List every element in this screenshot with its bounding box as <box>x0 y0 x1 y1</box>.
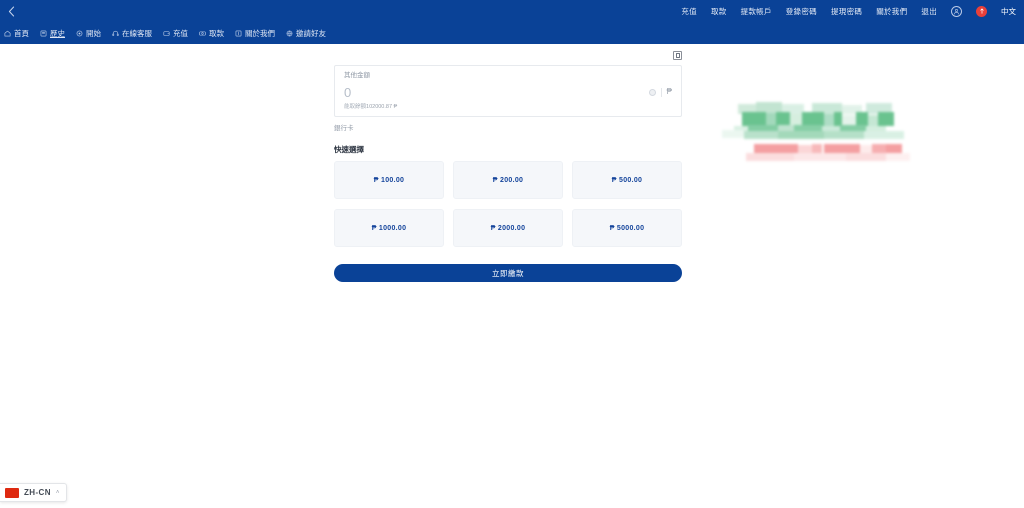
subnav-label-withdraw: 取款 <box>209 28 224 38</box>
withdrawal-form: 其他金額 0 ₱ 能取餘額102000.87 ₱ 銀行卡 快速選擇 ₱ 100.… <box>334 47 682 282</box>
transaction-record-icon[interactable] <box>673 50 682 60</box>
amount-input-box[interactable]: 其他金額 0 ₱ 能取餘額102000.87 ₱ <box>334 65 682 117</box>
subnav-item-deposit[interactable]: 充值 <box>163 23 188 44</box>
subnav-item-start[interactable]: 開始 <box>76 23 101 44</box>
quick-amount-500[interactable]: ₱ 500.00 <box>572 161 682 199</box>
quick-select-title: 快速選擇 <box>334 144 364 154</box>
top-nav-item-withdraw-password[interactable]: 提現密碼 <box>831 8 862 16</box>
subnav-item-invite-friends[interactable]: 邀請好友 <box>286 23 326 44</box>
subnav-label-invite-friends: 邀請好友 <box>296 28 326 38</box>
record-icon-inner <box>675 52 680 58</box>
quick-amount-2000[interactable]: ₱ 2000.00 <box>453 209 563 247</box>
start-icon <box>76 30 83 37</box>
top-nav-item-withdraw-account[interactable]: 提款帳戶 <box>741 8 772 16</box>
headset-icon <box>112 30 119 37</box>
subnav-item-about-us[interactable]: 關於我們 <box>235 23 275 44</box>
wallet-icon <box>163 30 170 37</box>
user-avatar-icon[interactable] <box>951 6 962 17</box>
redacted-notification-widget <box>716 98 952 166</box>
alert-badge-icon[interactable] <box>976 6 987 17</box>
record-icon-row <box>334 47 682 63</box>
subnav-label-online-service: 在線客服 <box>122 28 152 38</box>
top-header-bar: 充值 取款 提款帳戶 登錄密碼 提現密碼 關於我們 退出 中文 <box>0 0 1024 23</box>
balance-amount: 102000.87 ₱ <box>366 103 398 110</box>
subnav-label-deposit: 充值 <box>173 28 188 38</box>
sub-navigation-bar: 首頁 歷史 開始 在線客服 充值 取款 關於我們 邀請好友 <box>0 23 1024 44</box>
info-icon <box>235 30 242 37</box>
chevron-left-icon <box>8 6 14 17</box>
quick-amount-100[interactable]: ₱ 100.00 <box>334 161 444 199</box>
field-divider <box>660 87 662 97</box>
quick-amount-200[interactable]: ₱ 200.00 <box>453 161 563 199</box>
subnav-label-home: 首頁 <box>14 28 29 38</box>
subnav-item-history[interactable]: 歷史 <box>40 23 65 44</box>
top-nav-item-login-password[interactable]: 登錄密碼 <box>786 8 817 16</box>
china-flag-icon <box>5 487 19 498</box>
top-nav-item-withdraw[interactable]: 取款 <box>711 8 727 16</box>
language-selector[interactable]: ZH-CN ˄ <box>0 483 68 502</box>
invite-icon <box>286 30 293 37</box>
top-nav-item-logout[interactable]: 退出 <box>921 8 937 16</box>
subnav-item-withdraw[interactable]: 取款 <box>199 23 224 44</box>
bank-card-label[interactable]: 銀行卡 <box>334 125 682 133</box>
quick-amount-5000[interactable]: ₱ 5000.00 <box>572 209 682 247</box>
cash-icon <box>199 30 206 37</box>
amount-input-row: 0 ₱ <box>344 86 672 99</box>
clear-circle-icon[interactable] <box>648 88 656 96</box>
language-code-label: ZH-CN <box>24 487 51 497</box>
main-content: 其他金額 0 ₱ 能取餘額102000.87 ₱ 銀行卡 快速選擇 ₱ 100.… <box>0 44 1024 508</box>
subnav-label-about-us: 關於我們 <box>245 28 275 38</box>
back-button[interactable] <box>0 0 22 23</box>
subnav-label-start: 開始 <box>86 28 101 38</box>
balance-label: 能取餘額 <box>344 103 367 110</box>
history-icon <box>40 30 47 37</box>
available-balance: 能取餘額102000.87 ₱ <box>344 103 672 111</box>
amount-field-label: 其他金額 <box>344 72 370 79</box>
top-nav: 充值 取款 提款帳戶 登錄密碼 提現密碼 關於我們 退出 中文 <box>681 0 1024 23</box>
currency-symbol: ₱ <box>666 87 672 96</box>
top-nav-item-deposit[interactable]: 充值 <box>681 8 697 16</box>
amount-input[interactable]: 0 <box>344 86 649 99</box>
subnav-item-online-service[interactable]: 在線客服 <box>112 23 152 44</box>
chevron-up-icon: ˄ <box>55 489 60 496</box>
quick-amount-1000[interactable]: ₱ 1000.00 <box>334 209 444 247</box>
subnav-label-history: 歷史 <box>50 28 65 38</box>
submit-withdrawal-button[interactable]: 立即繳款 <box>334 264 682 282</box>
subnav-item-home[interactable]: 首頁 <box>4 23 29 44</box>
header-language-label[interactable]: 中文 <box>1001 6 1016 17</box>
top-nav-item-about-us[interactable]: 關於我們 <box>876 8 907 16</box>
home-icon <box>4 30 11 37</box>
quick-select-grid: ₱ 100.00 ₱ 200.00 ₱ 500.00 ₱ 1000.00 ₱ 2… <box>334 161 682 247</box>
